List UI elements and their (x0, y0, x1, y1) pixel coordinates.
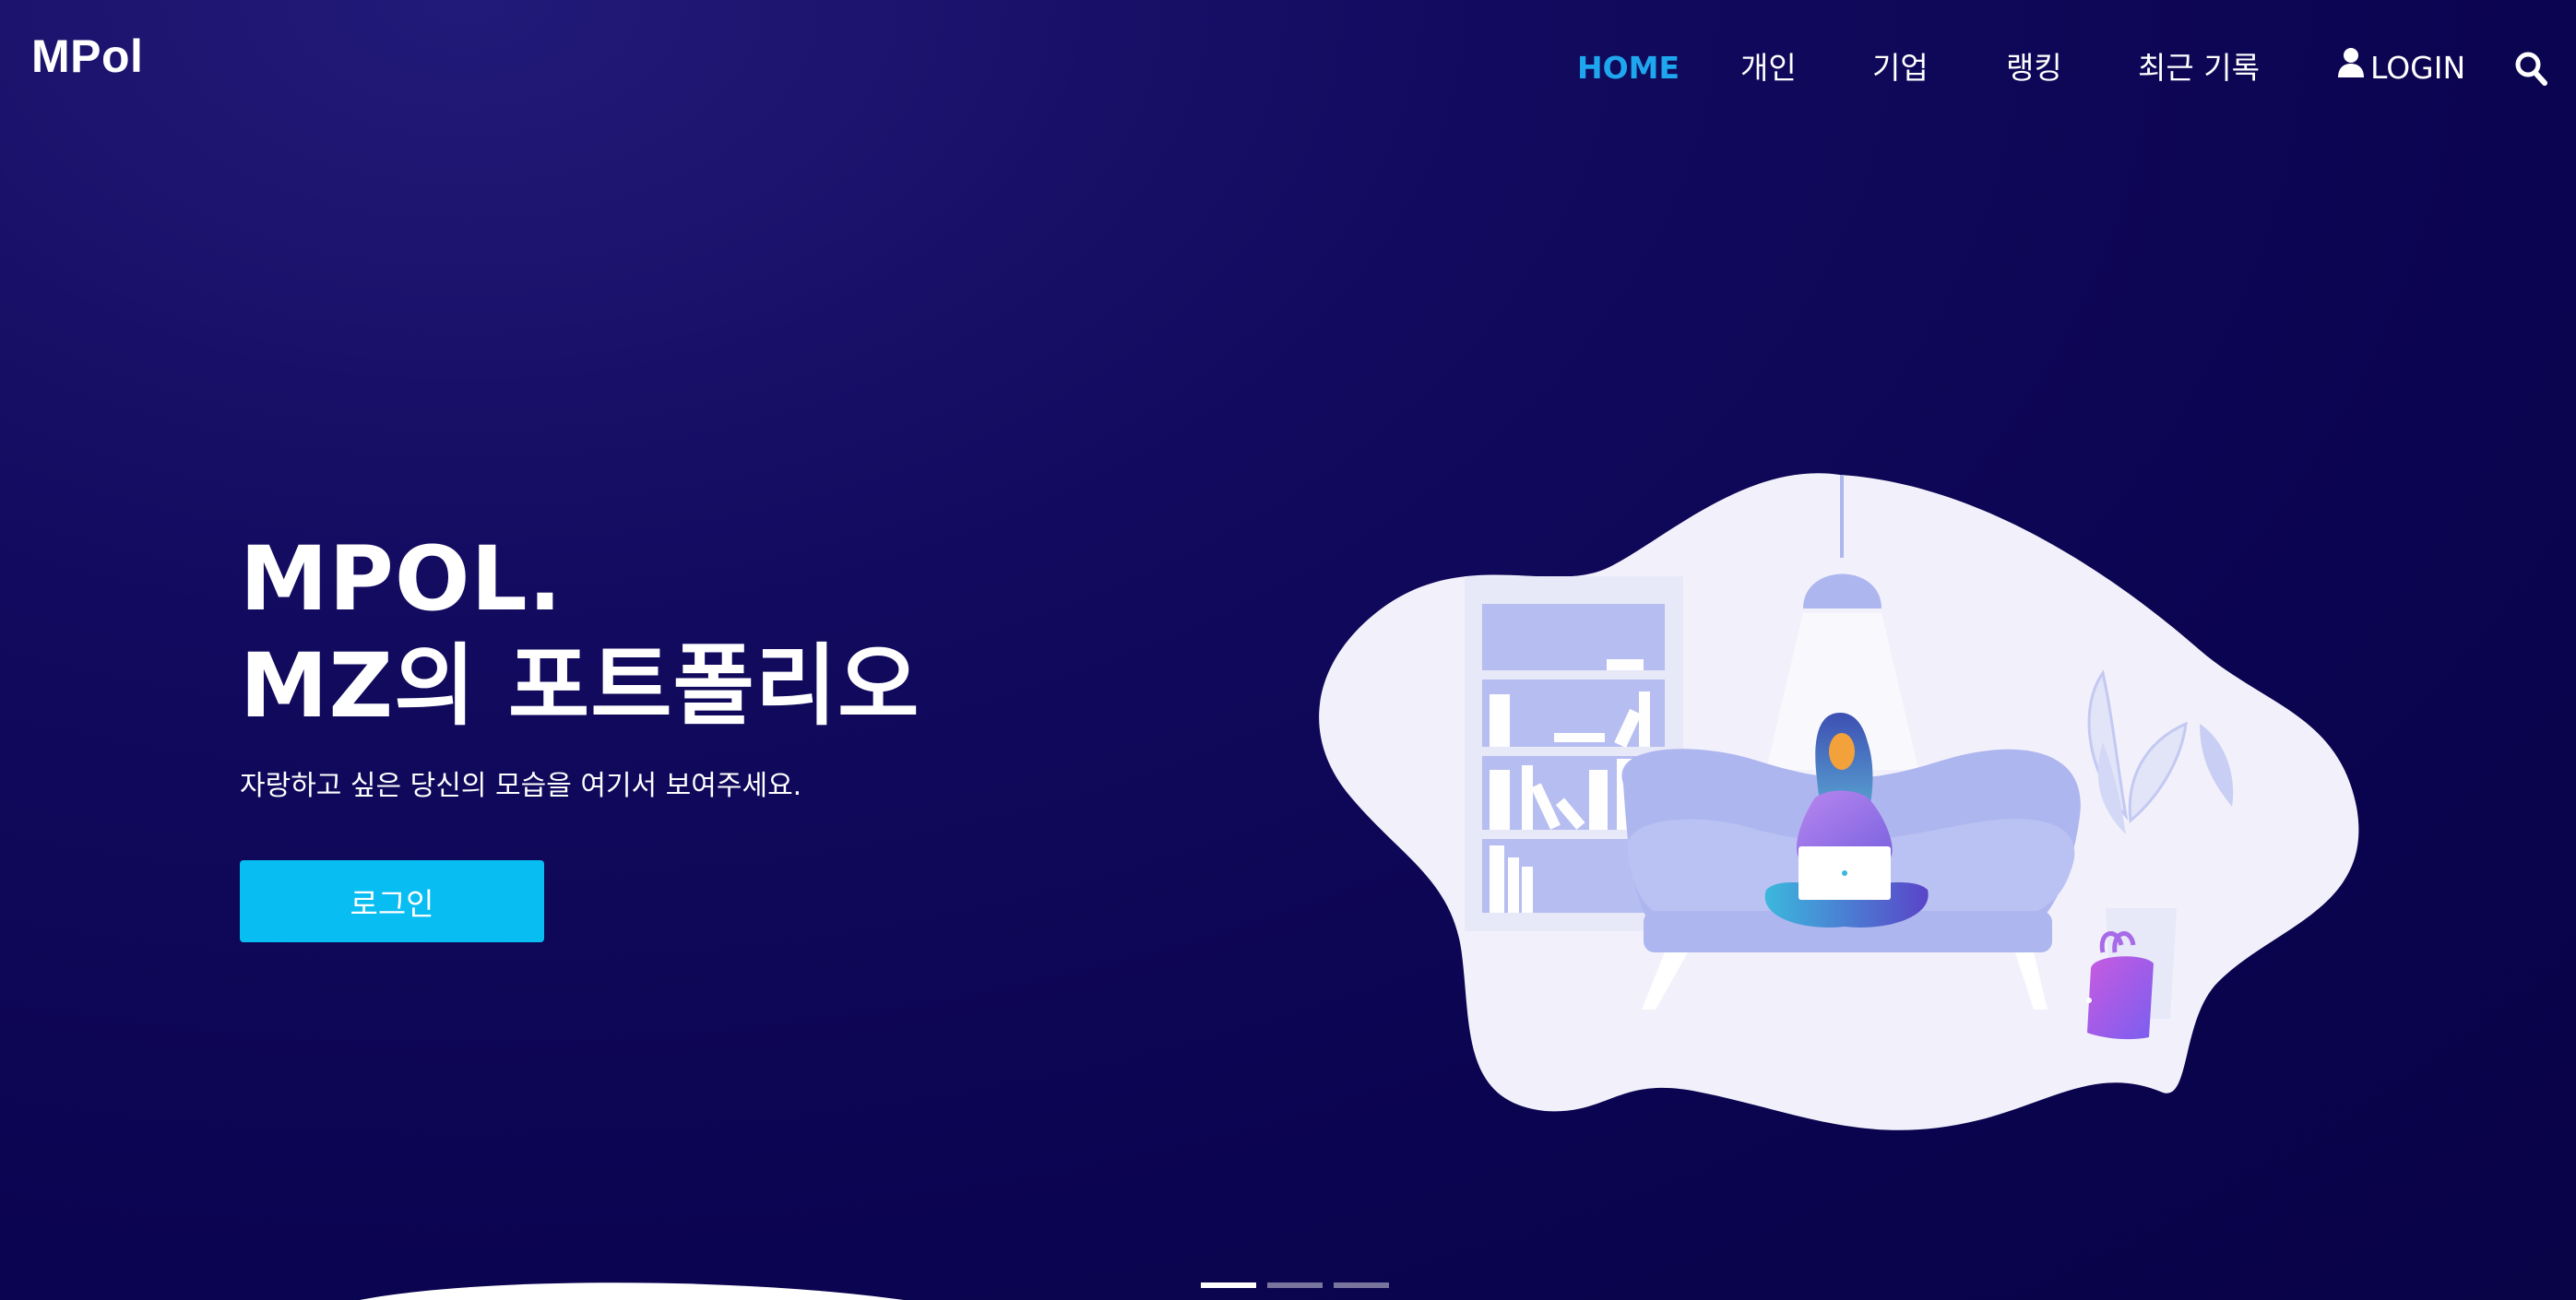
slider-dot-1[interactable] (1201, 1282, 1256, 1288)
search-button[interactable] (2514, 50, 2547, 87)
hero-title-line-2: MZ의 포트폴리오 (240, 634, 920, 738)
login-cta-button[interactable]: 로그인 (240, 860, 544, 942)
slider-dot-2[interactable] (1267, 1282, 1323, 1288)
hero-illustration (1319, 473, 2359, 1130)
login-label: LOGIN (2370, 50, 2466, 86)
nav-item-home[interactable]: HOME (1577, 42, 1680, 94)
login-link[interactable]: LOGIN (2337, 42, 2465, 94)
slider-dot-3[interactable] (1334, 1282, 1389, 1288)
nav-item-company[interactable]: 기업 (1872, 42, 1929, 94)
nav-item-ranking[interactable]: 랭킹 (2006, 42, 2062, 94)
main-nav: HOME 개인 기업 랭킹 최근 기록 LOGIN (0, 42, 2576, 94)
hero-subtitle: 자랑하고 싶은 당신의 모습을 여기서 보여주세요. (240, 770, 802, 802)
bottom-wave (360, 1282, 904, 1300)
hero-title: MPOL. MZ의 포트폴리오 (240, 526, 920, 739)
search-icon (2515, 52, 2547, 86)
slider-pagination (1201, 1282, 1389, 1288)
nav-item-recent-history[interactable]: 최근 기록 (2138, 42, 2260, 94)
user-icon (2337, 42, 2365, 94)
hero-title-line-1: MPOL. (240, 527, 564, 631)
nav-item-personal[interactable]: 개인 (1740, 42, 1797, 94)
